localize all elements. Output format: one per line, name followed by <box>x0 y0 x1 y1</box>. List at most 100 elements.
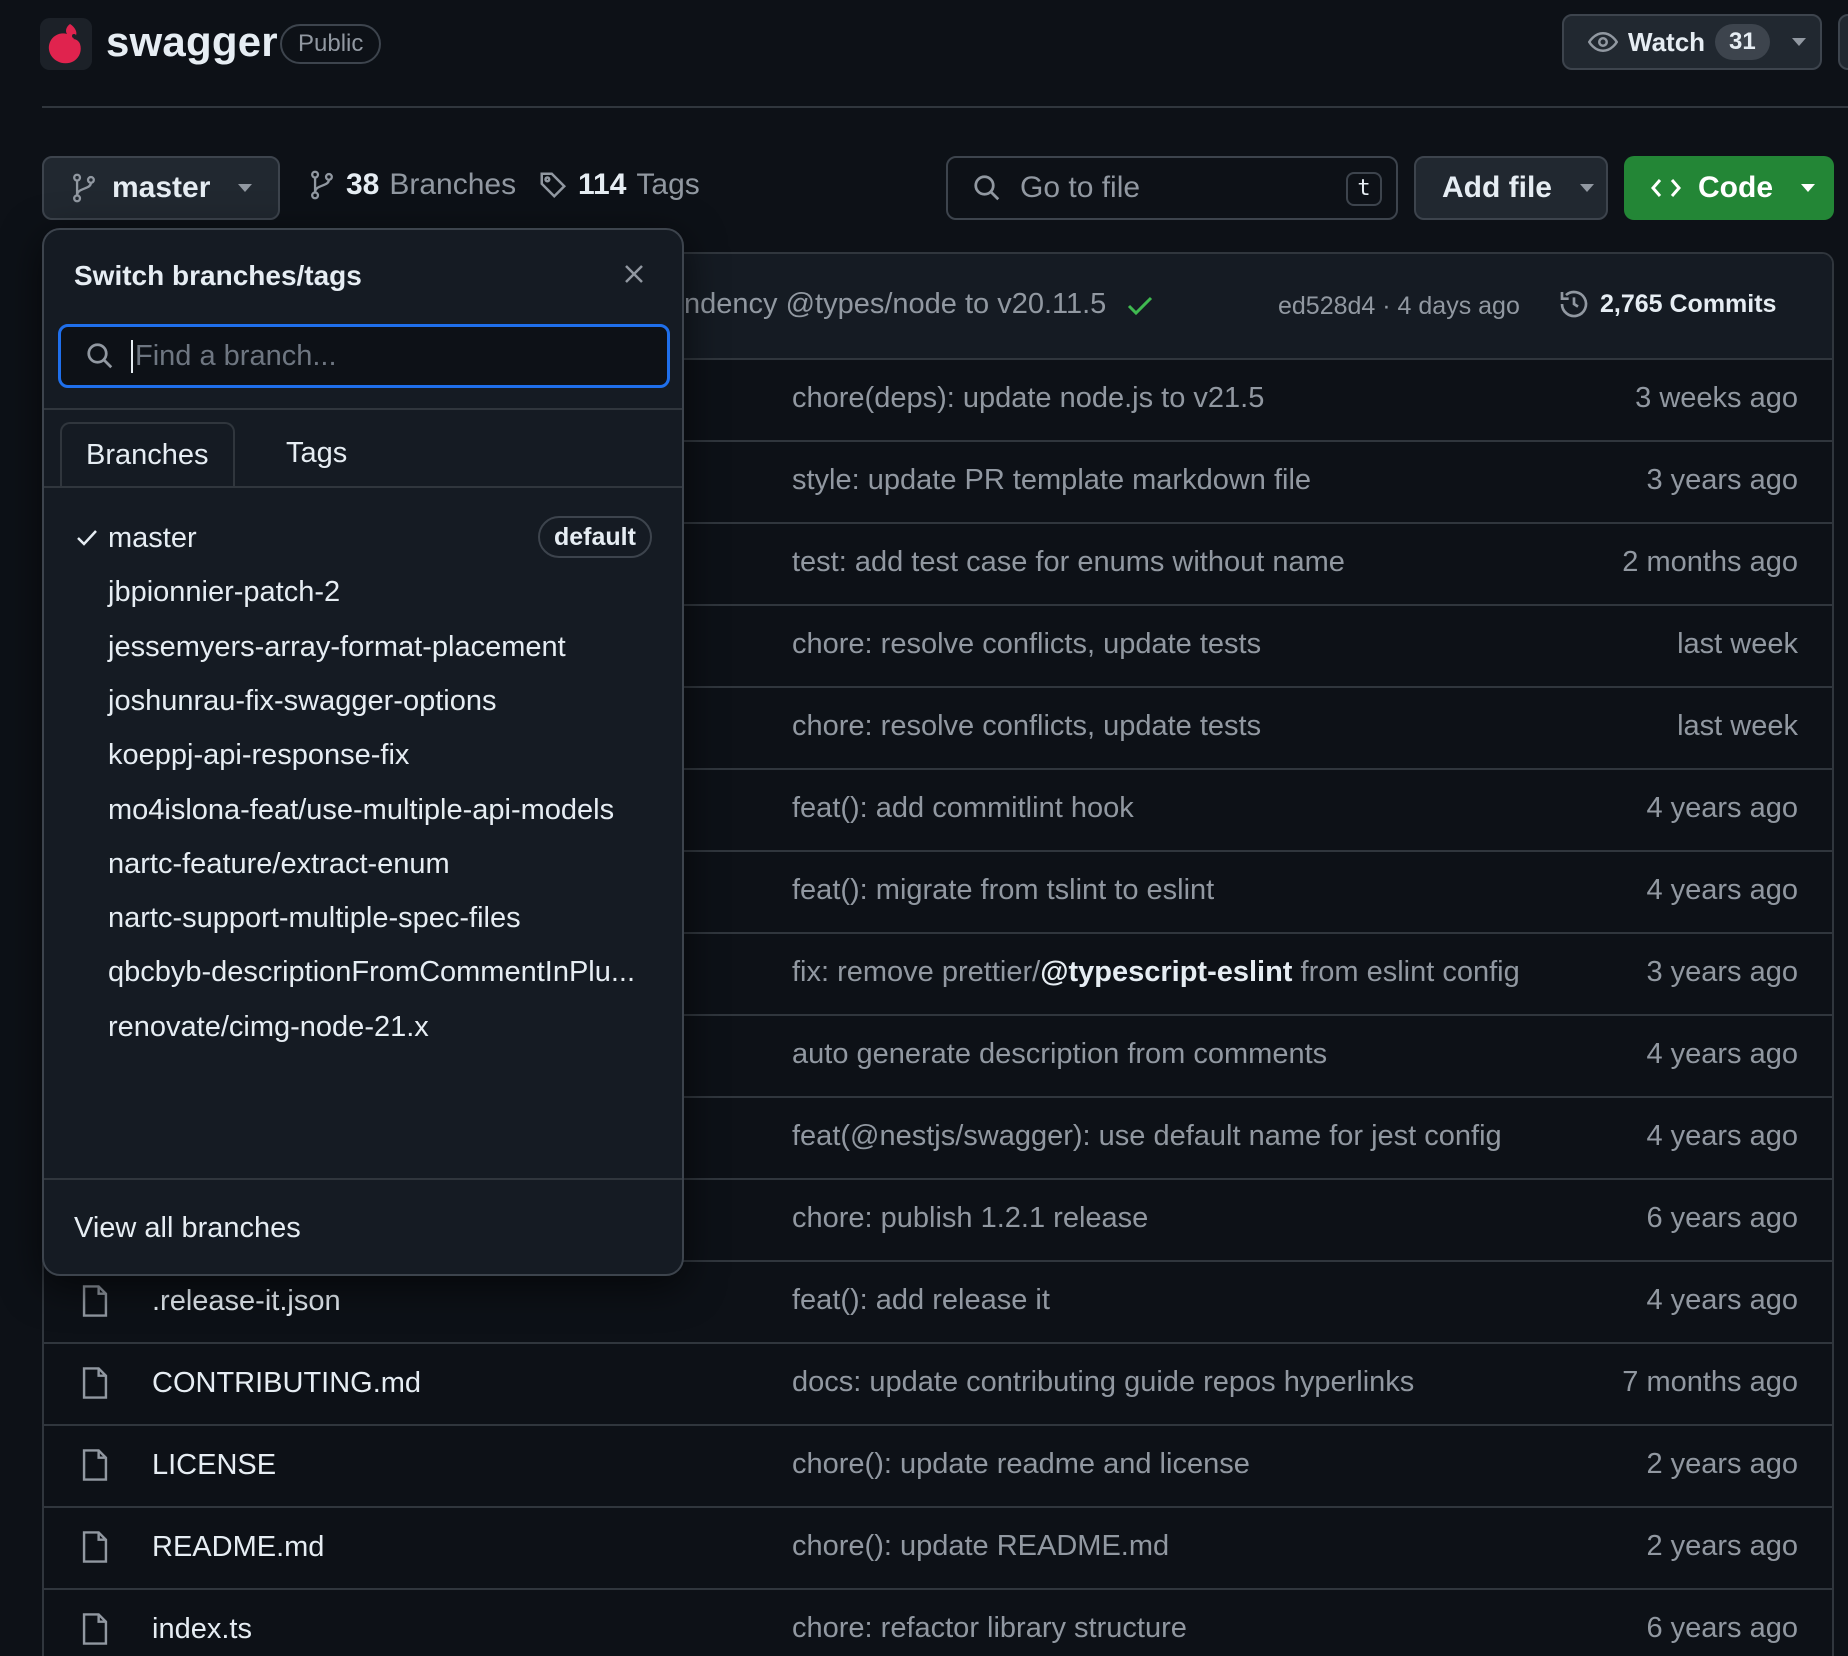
commit-message[interactable]: feat(): migrate from tslint to eslint <box>792 874 1214 907</box>
caret-down-icon <box>1799 182 1817 194</box>
commit-age: 4 years ago <box>1646 1038 1798 1070</box>
table-row[interactable]: CONTRIBUTING.md docs: update contributing… <box>44 1344 1832 1426</box>
code-icon <box>1650 174 1682 202</box>
commits-link[interactable]: 2,765 Commits <box>1558 288 1776 320</box>
branches-count: 38 <box>346 168 380 201</box>
commit-age: 2 months ago <box>1622 546 1798 578</box>
commit-message[interactable]: feat(): add release it <box>792 1284 1050 1317</box>
tab-tags[interactable]: Tags <box>262 422 371 486</box>
watch-label: Watch <box>1628 26 1706 57</box>
branch-search-field[interactable] <box>58 324 670 388</box>
tab-branches[interactable]: Branches <box>60 422 235 486</box>
commit-age: 3 weeks ago <box>1635 382 1798 414</box>
commit-message[interactable]: chore: resolve conflicts, update tests <box>792 628 1261 661</box>
branch-item[interactable]: renovate/cimg-node-21.x <box>108 1011 429 1044</box>
commit-message[interactable]: test: add test case for enums without na… <box>792 546 1345 579</box>
branch-select-button[interactable]: master <box>42 156 280 220</box>
commit-age: 3 years ago <box>1646 464 1798 496</box>
commit-hash-time[interactable]: ed528d4 · 4 days ago <box>1278 292 1520 321</box>
file-name-text: README.md <box>152 1530 325 1563</box>
commit-message[interactable]: chore(): update readme and license <box>792 1448 1250 1481</box>
header-divider <box>42 106 1848 108</box>
commit-message[interactable]: feat(@nestjs/swagger): use default name … <box>792 1120 1502 1153</box>
code-label: Code <box>1698 171 1773 204</box>
branch-item[interactable]: qbcbyb-descriptionFromCommentInPlu... <box>108 956 635 989</box>
branch-item[interactable]: nartc-feature/extract-enum <box>108 848 450 881</box>
watch-count: 31 <box>1715 24 1770 60</box>
tags-count: 114 <box>578 168 627 201</box>
table-row[interactable]: LICENSE chore(): update readme and licens… <box>44 1426 1832 1508</box>
branches-label: Branches <box>389 168 517 201</box>
caret-down-icon <box>1578 182 1596 194</box>
latest-commit-message[interactable]: ndency @types/node to v20.11.5 <box>684 288 1106 321</box>
star-button[interactable] <box>1838 14 1848 70</box>
tabs-divider <box>44 486 682 488</box>
branch-icon <box>70 173 98 203</box>
file-name[interactable]: LICENSE <box>82 1448 277 1482</box>
branch-search-input[interactable] <box>131 339 611 373</box>
branch-item[interactable]: mo4islona-feat/use-multiple-api-models <box>108 794 614 827</box>
commit-age: 6 years ago <box>1646 1612 1798 1644</box>
commit-message[interactable]: chore: refactor library structure <box>792 1612 1187 1645</box>
go-to-file-input[interactable]: Go to file t <box>946 156 1398 220</box>
branch-item[interactable]: koeppj-api-response-fix <box>108 739 409 772</box>
branch-switcher-panel: Switch branches/tags Branches Tags maste… <box>42 228 684 1276</box>
file-name-text: LICENSE <box>152 1448 277 1481</box>
eye-icon <box>1588 27 1618 57</box>
repo-logo[interactable] <box>40 18 92 70</box>
branch-item[interactable]: master <box>108 522 197 555</box>
watch-button[interactable]: Watch 31 <box>1562 14 1822 70</box>
branch-item[interactable]: jbpionnier-patch-2 <box>108 576 340 609</box>
branches-link[interactable]: 38 Branches <box>308 168 516 202</box>
code-button[interactable]: Code <box>1624 156 1834 220</box>
table-row[interactable]: README.md chore(): update README.md 2 year… <box>44 1508 1832 1590</box>
panel-footer-divider <box>44 1178 682 1180</box>
close-icon[interactable] <box>622 262 646 286</box>
commit-age: 4 years ago <box>1646 792 1798 824</box>
commit-message[interactable]: style: update PR template markdown file <box>792 464 1311 497</box>
commit-message[interactable]: fix: remove prettier/@typescript-eslint … <box>792 956 1520 989</box>
commit-message[interactable]: chore: resolve conflicts, update tests <box>792 710 1261 743</box>
caret-down-icon <box>236 182 254 194</box>
commit-age: last week <box>1677 628 1798 660</box>
commit-age: 4 years ago <box>1646 1120 1798 1152</box>
branch-item[interactable]: nartc-support-multiple-spec-files <box>108 902 521 935</box>
tag-icon <box>538 170 568 200</box>
commit-message[interactable]: auto generate description from comments <box>792 1038 1327 1071</box>
commit-message-part: from eslint config <box>1292 956 1520 988</box>
file-name[interactable]: README.md <box>82 1530 325 1564</box>
add-file-button[interactable]: Add file <box>1414 156 1608 220</box>
branch-item[interactable]: joshunrau-fix-swagger-options <box>108 685 496 718</box>
commits-count: 2,765 Commits <box>1600 289 1777 318</box>
branch-icon <box>308 170 336 200</box>
visibility-badge: Public <box>280 24 382 64</box>
commit-age: 3 years ago <box>1646 956 1798 988</box>
tags-label: Tags <box>636 168 700 201</box>
file-name-text: index.ts <box>152 1612 252 1645</box>
branch-item[interactable]: jessemyers-array-format-placement <box>108 631 566 664</box>
commit-message[interactable]: chore(deps): update node.js to v21.5 <box>792 382 1264 415</box>
table-row[interactable]: index.ts chore: refactor library structur… <box>44 1590 1832 1656</box>
file-name[interactable]: index.ts <box>82 1612 252 1646</box>
view-all-branches-link[interactable]: View all branches <box>74 1212 301 1245</box>
commit-message-part: fix: remove prettier/ <box>792 956 1041 988</box>
repo-name[interactable]: swagger <box>106 18 278 66</box>
commit-message[interactable]: feat(): add commitlint hook <box>792 792 1134 825</box>
tags-link[interactable]: 114 Tags <box>538 168 700 202</box>
add-file-label: Add file <box>1442 171 1552 204</box>
file-name[interactable]: CONTRIBUTING.md <box>82 1366 421 1400</box>
search-icon <box>85 341 115 371</box>
check-icon[interactable] <box>1126 294 1154 318</box>
commit-age: 2 years ago <box>1646 1448 1798 1480</box>
commit-message[interactable]: chore(): update README.md <box>792 1530 1169 1563</box>
file-name-text: .release-it.json <box>152 1284 341 1317</box>
commit-message[interactable]: chore: publish 1.2.1 release <box>792 1202 1148 1235</box>
file-name[interactable]: .release-it.json <box>82 1284 341 1318</box>
commit-age: 6 years ago <box>1646 1202 1798 1234</box>
commit-age: 2 years ago <box>1646 1530 1798 1562</box>
default-badge: default <box>538 516 652 558</box>
search-icon <box>972 173 1002 203</box>
mention-link[interactable]: @typescript-eslint <box>1040 956 1292 988</box>
commit-message[interactable]: docs: update contributing guide repos hy… <box>792 1366 1414 1399</box>
commit-age: 4 years ago <box>1646 1284 1798 1316</box>
